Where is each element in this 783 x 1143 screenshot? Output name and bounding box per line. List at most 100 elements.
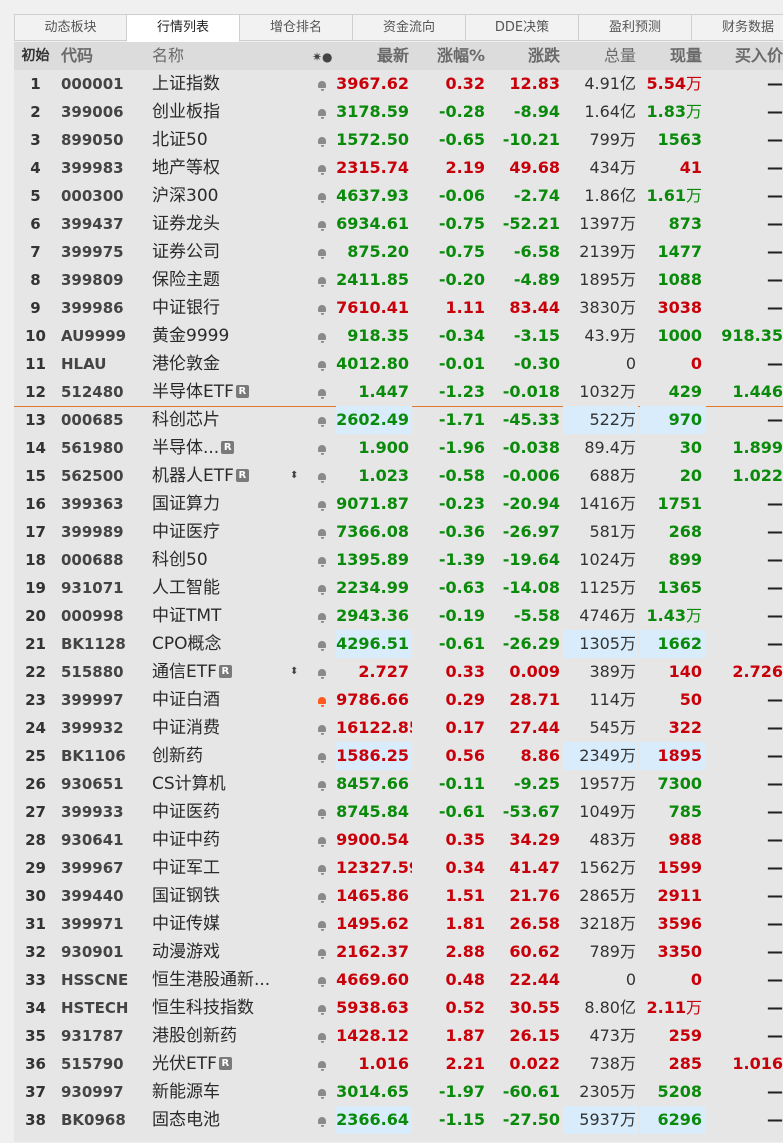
bell-cell[interactable] bbox=[312, 490, 332, 518]
table-row[interactable]: 18 000688 科创50 1395.89 -1.39 -19.64 1024万 899— bbox=[14, 546, 783, 574]
tab-1[interactable]: 行情列表 bbox=[127, 14, 240, 42]
header-code[interactable]: 代码 bbox=[61, 42, 146, 70]
table-row[interactable]: 30 399440 国证钢铁 1465.86 1.51 21.76 2865万 2911— bbox=[14, 882, 783, 910]
table-row[interactable]: 11 HLAU 港伦敦金 4012.80 -0.01 -0.30 0 0 — bbox=[14, 350, 783, 378]
bell-cell[interactable] bbox=[312, 770, 332, 798]
bell-icon[interactable] bbox=[318, 948, 327, 959]
table-row[interactable]: 14 561980 半导体... R 1.900 -1.96 -0.038 89.4万 30 1.… bbox=[14, 434, 783, 462]
tab-0[interactable]: 动态板块 bbox=[14, 14, 127, 41]
bell-icon[interactable] bbox=[318, 136, 327, 147]
bell-icon[interactable] bbox=[318, 668, 327, 679]
bell-cell[interactable] bbox=[312, 210, 332, 238]
table-row[interactable]: 21 BK1128 CPO概念 4296.51 -0.61 -26.29 1305万 1662… bbox=[14, 630, 783, 658]
bell-icon[interactable] bbox=[318, 500, 327, 511]
bell-icon[interactable] bbox=[318, 724, 327, 735]
table-row[interactable]: 20 000998 中证TMT 2943.36 -0.19 -5.58 4746万 1.43万… bbox=[14, 602, 783, 630]
table-row[interactable]: 37 930997 新能源车 3014.65 -1.97 -60.61 2305万 5208— bbox=[14, 1078, 783, 1106]
bell-cell[interactable] bbox=[312, 294, 332, 322]
tab-3[interactable]: 资金流向 bbox=[353, 14, 466, 41]
table-row[interactable]: 16 399363 国证算力 9071.87 -0.23 -20.94 1416万 1751— bbox=[14, 490, 783, 518]
bell-icon[interactable] bbox=[318, 1032, 327, 1043]
table-row[interactable]: 29 399967 中证军工 12327.59 0.34 41.47 1562万 1599— bbox=[14, 854, 783, 882]
table-row[interactable]: 23 399997 中证白酒 9786.66 0.29 28.71 114万 50— bbox=[14, 686, 783, 714]
bell-icon[interactable] bbox=[318, 752, 327, 763]
header-index[interactable]: 初始 bbox=[14, 42, 57, 70]
bell-cell[interactable] bbox=[312, 910, 332, 938]
bell-cell[interactable] bbox=[312, 154, 332, 182]
bell-icon[interactable] bbox=[318, 696, 327, 707]
table-row[interactable]: 32 930901 动漫游戏 2162.37 2.88 60.62 789万 3350— bbox=[14, 938, 783, 966]
bell-cell[interactable] bbox=[312, 98, 332, 126]
bell-icon[interactable] bbox=[318, 276, 327, 287]
bell-cell[interactable] bbox=[312, 854, 332, 882]
table-row[interactable]: 27 399933 中证医药 8745.84 -0.61 -53.67 1049万 785— bbox=[14, 798, 783, 826]
bell-cell[interactable] bbox=[312, 1106, 332, 1134]
bell-icon[interactable] bbox=[318, 248, 327, 259]
bell-cell[interactable] bbox=[312, 434, 332, 462]
bell-cell[interactable] bbox=[312, 182, 332, 210]
bell-icon[interactable] bbox=[318, 920, 327, 931]
bell-icon[interactable] bbox=[318, 1060, 327, 1071]
table-row[interactable]: 25 BK1106 创新药 1586.25 0.56 8.86 2349万 1895— bbox=[14, 742, 783, 770]
table-row[interactable]: 33 HSSCNE 恒生港股通新... 4669.60 0.48 22.44 0 0 — bbox=[14, 966, 783, 994]
bell-icon[interactable] bbox=[318, 528, 327, 539]
table-row[interactable]: 15 562500 机器人ETF R ⬍ 1.023 -0.58 -0.006 688万 20 1.… bbox=[14, 462, 783, 490]
tab-6[interactable]: 财务数据 bbox=[692, 14, 783, 41]
bell-cell[interactable] bbox=[312, 70, 332, 98]
table-row[interactable]: 4 399983 地产等权 2315.74 2.19 49.68 434万 41— bbox=[14, 154, 783, 182]
bell-cell[interactable] bbox=[312, 742, 332, 770]
header-vol[interactable]: 总量 bbox=[563, 42, 638, 70]
tab-5[interactable]: 盈利预测 bbox=[579, 14, 692, 41]
table-row[interactable]: 22 515880 通信ETF R ⬍ 2.727 0.33 0.009 389万 140 2.72… bbox=[14, 658, 783, 686]
bell-icon[interactable] bbox=[318, 388, 327, 399]
table-row[interactable]: 17 399989 中证医疗 7366.08 -0.36 -26.97 581万 268— bbox=[14, 518, 783, 546]
table-row[interactable]: 24 399932 中证消费 16122.85 0.17 27.44 545万 322— bbox=[14, 714, 783, 742]
bell-icon[interactable] bbox=[318, 80, 327, 91]
bell-icon[interactable] bbox=[318, 1116, 327, 1127]
bell-cell[interactable] bbox=[312, 462, 332, 490]
bell-cell[interactable] bbox=[312, 1050, 332, 1078]
bell-cell[interactable] bbox=[312, 378, 332, 406]
tab-2[interactable]: 增仓排名 bbox=[240, 14, 353, 41]
bell-cell[interactable] bbox=[312, 1078, 332, 1106]
bell-cell[interactable] bbox=[312, 714, 332, 742]
bell-cell[interactable] bbox=[312, 826, 332, 854]
bell-cell[interactable] bbox=[312, 574, 332, 602]
bell-icon[interactable] bbox=[318, 640, 327, 651]
table-row[interactable]: 6 399437 证券龙头 6934.61 -0.75 -52.21 1397万 873— bbox=[14, 210, 783, 238]
bell-cell[interactable] bbox=[312, 350, 332, 378]
bell-cell[interactable] bbox=[312, 322, 332, 350]
sort-icon[interactable]: ⬍ bbox=[290, 658, 298, 686]
table-row[interactable]: 28 930641 中证中药 9900.54 0.35 34.29 483万 988— bbox=[14, 826, 783, 854]
bell-cell[interactable] bbox=[312, 966, 332, 994]
bell-cell[interactable] bbox=[312, 798, 332, 826]
bell-icon[interactable] bbox=[318, 192, 327, 203]
table-row[interactable]: 10 AU9999 黄金9999 918.35 -0.34 -3.15 43.9万 1000 9… bbox=[14, 322, 783, 350]
bell-icon[interactable] bbox=[318, 108, 327, 119]
bell-icon[interactable] bbox=[318, 780, 327, 791]
bell-icon[interactable] bbox=[318, 472, 327, 483]
header-price[interactable]: 最新 bbox=[336, 42, 412, 70]
table-row[interactable]: 12 512480 半导体ETF R 1.447 -1.23 -0.018 1032万 429 1… bbox=[14, 378, 783, 406]
table-row[interactable]: 5 000300 沪深300 4637.93 -0.06 -2.74 1.86亿 1.61万 — bbox=[14, 182, 783, 210]
bell-icon[interactable] bbox=[318, 1088, 327, 1099]
bell-icon[interactable] bbox=[318, 220, 327, 231]
bell-icon[interactable] bbox=[318, 584, 327, 595]
table-row[interactable]: 2 399006 创业板指 3178.59 -0.28 -8.94 1.64亿 1.83万 — bbox=[14, 98, 783, 126]
bell-cell[interactable] bbox=[312, 238, 332, 266]
header-pct[interactable]: 涨幅% bbox=[414, 42, 485, 70]
table-row[interactable]: 26 930651 CS计算机 8457.66 -0.11 -9.25 1957万 7300— bbox=[14, 770, 783, 798]
bell-cell[interactable] bbox=[312, 658, 332, 686]
table-row[interactable]: 34 HSTECH 恒生科技指数 5938.63 0.52 30.55 8.80亿 2.11万… bbox=[14, 994, 783, 1022]
sort-icon[interactable]: ⬍ bbox=[290, 462, 298, 490]
bell-cell[interactable] bbox=[312, 266, 332, 294]
bell-cell[interactable] bbox=[312, 406, 332, 434]
table-row[interactable]: 31 399971 中证传媒 1495.62 1.81 26.58 3218万 3596— bbox=[14, 910, 783, 938]
bell-icon[interactable] bbox=[318, 360, 327, 371]
bell-icon[interactable] bbox=[318, 444, 327, 455]
header-name[interactable]: 名称 bbox=[152, 42, 312, 70]
table-row[interactable]: 1 000001 上证指数 3967.62 0.32 12.83 4.91亿 5.54万 — bbox=[14, 70, 783, 98]
bell-cell[interactable] bbox=[312, 686, 332, 714]
table-row[interactable]: 9 399986 中证银行 7610.41 1.11 83.44 3830万 3038— bbox=[14, 294, 783, 322]
header-bid[interactable]: 买入价 bbox=[709, 42, 783, 70]
